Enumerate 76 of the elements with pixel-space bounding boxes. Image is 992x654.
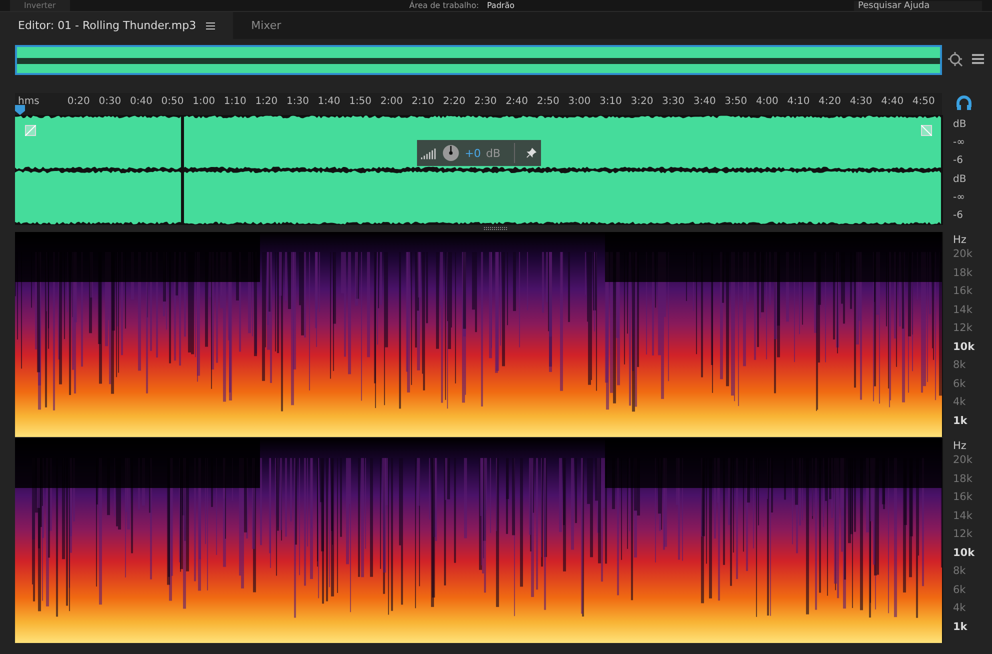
ruler-label: 2:30: [473, 96, 498, 107]
scale-label: 4k: [953, 396, 967, 410]
search-field[interactable]: Pesquisar Ajuda: [854, 0, 982, 10]
ruler-label: 2:40: [504, 96, 530, 107]
fade-handle-icon[interactable]: [921, 125, 932, 136]
scale-label: 4k: [953, 602, 967, 616]
ruler-label: 2:10: [410, 96, 436, 107]
ruler-label: 3:10: [598, 96, 623, 107]
editor-tab[interactable]: Editor: 01 - Rolling Thunder.mp3: [0, 12, 234, 39]
scale-label: 10k: [953, 546, 975, 560]
gain-hud[interactable]: +0 dB: [417, 140, 541, 166]
fade-handle-icon[interactable]: [25, 125, 36, 136]
editor-tab[interactable]: Mixer: [233, 12, 300, 39]
scale-unit: Hz: [953, 440, 968, 452]
ruler-label: 1:50: [348, 96, 373, 107]
ruler-label: 4:20: [818, 96, 842, 107]
menu-icon[interactable]: [206, 22, 216, 30]
ruler-label: 1:10: [222, 96, 248, 107]
scale-label: 20k: [953, 454, 974, 468]
ruler-label: 3:20: [630, 96, 654, 107]
scale-label: 6k: [953, 378, 967, 392]
scale-label: 20k: [953, 248, 974, 262]
scale-label: 12k: [953, 322, 974, 336]
workspace-dropdown[interactable]: Padrão: [486, 0, 514, 11]
scale-label: -∞: [953, 136, 966, 148]
ruler-label: 2:50: [536, 96, 560, 107]
ruler-label: 3:30: [661, 96, 686, 107]
ruler-label: 4:30: [848, 96, 874, 107]
gain-value: +0: [464, 146, 481, 160]
scale-label: 12k: [953, 528, 974, 542]
scale-label: -6: [953, 210, 964, 222]
scale-unit: dB: [953, 174, 968, 185]
gain-knob[interactable]: [442, 143, 460, 163]
ruler-label: 4:10: [786, 96, 811, 107]
scale-label: 18k: [953, 266, 974, 280]
scale-label: -∞: [953, 192, 966, 203]
workspace-label: Área de trabalho:: [409, 0, 479, 11]
time-ruler[interactable]: hms 0:20 0:30 0:40 0:50 1:00 1:10 1:20 1:30 1:40 1:50 2:00 2:10 2:20 2:30 2:40 2:50 3:00 3:10 3:20 3:30 3:40 3:50 4:00 4:10 4:20 4:30 4:40 4:50: [15, 93, 942, 115]
scale-label: 14k: [953, 304, 974, 318]
scale-unit: dB: [953, 118, 968, 130]
scale-unit: Hz: [953, 234, 968, 246]
scale-label: 1k: [953, 414, 968, 428]
gain-unit: dB: [486, 146, 500, 160]
ruler-label: 2:00: [379, 96, 404, 107]
ruler-label: 0:50: [160, 96, 185, 107]
ruler-label: 0:40: [129, 96, 154, 107]
scale-label: 18k: [953, 472, 974, 486]
ruler-label: 4:00: [754, 96, 780, 107]
ruler-label: 3:40: [692, 96, 717, 107]
ruler-label: 0:20: [66, 96, 91, 107]
toolbar-button[interactable]: Inverter: [10, 0, 70, 11]
scale-label: 6k: [953, 584, 967, 598]
scale-label: -6: [953, 155, 964, 166]
scale-label: 16k: [953, 285, 974, 299]
headphones-icon[interactable]: [956, 95, 972, 111]
scale-label: 8k: [953, 565, 967, 579]
ruler-label: 3:50: [724, 96, 748, 107]
zoom-icon[interactable]: [948, 52, 964, 68]
ruler-unit: hms: [17, 96, 40, 107]
scale-label: 14k: [953, 510, 974, 524]
ruler-label: 1:20: [254, 96, 279, 107]
scale-label: 8k: [953, 359, 967, 373]
ruler-label: 4:50: [911, 96, 936, 107]
scale-label: 10k: [953, 340, 975, 354]
ruler-label: 0:30: [98, 96, 122, 107]
level-bars-icon: [421, 146, 437, 160]
pin-icon[interactable]: [526, 147, 537, 159]
ruler-label: 3:00: [567, 96, 592, 107]
scale-label: 16k: [953, 491, 974, 505]
ruler-label: 1:30: [285, 96, 310, 107]
ruler-label: 1:40: [316, 96, 342, 107]
waveform-overview[interactable]: [15, 45, 942, 75]
ruler-label: 1:00: [192, 96, 216, 107]
ruler-label: 2:20: [442, 96, 466, 107]
ruler-label: 4:40: [880, 96, 905, 107]
scale-label: 1k: [953, 620, 968, 634]
